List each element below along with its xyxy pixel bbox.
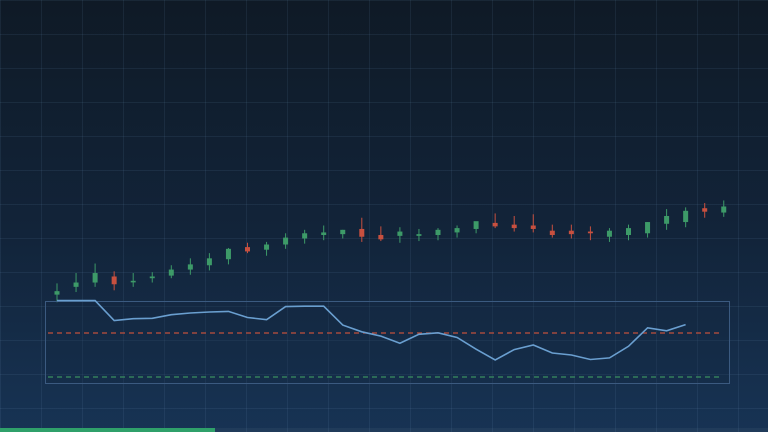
candle bbox=[359, 217, 365, 242]
candle-body bbox=[111, 276, 117, 285]
candle bbox=[245, 242, 250, 254]
candle-body bbox=[245, 247, 250, 252]
candle bbox=[511, 216, 517, 232]
candle-body bbox=[302, 233, 308, 239]
candle-body bbox=[664, 216, 670, 224]
candle bbox=[378, 226, 384, 242]
candle-body bbox=[73, 282, 79, 287]
candle-body bbox=[645, 222, 651, 234]
candle bbox=[283, 233, 289, 249]
candle-body bbox=[511, 224, 517, 229]
chart-canvas bbox=[45, 200, 730, 384]
candle-body bbox=[606, 230, 612, 237]
candle-body bbox=[416, 234, 422, 236]
candle-body bbox=[264, 244, 270, 250]
candle bbox=[397, 227, 403, 243]
candle-body bbox=[149, 276, 155, 279]
candle-body bbox=[435, 229, 441, 236]
candle bbox=[73, 273, 79, 293]
candle bbox=[721, 200, 727, 217]
candle bbox=[302, 229, 308, 244]
candle-body bbox=[397, 231, 403, 236]
candle bbox=[187, 258, 193, 275]
candlestick-chart bbox=[54, 200, 727, 303]
candle-body bbox=[225, 248, 231, 260]
candle bbox=[225, 247, 231, 265]
candle-body bbox=[626, 228, 631, 236]
candle-body bbox=[454, 228, 460, 233]
candle bbox=[416, 228, 422, 242]
candle-body bbox=[568, 230, 574, 235]
oscillator-chart bbox=[45, 299, 730, 384]
candle bbox=[606, 228, 612, 242]
candle-body bbox=[340, 229, 346, 235]
candle-body bbox=[549, 230, 555, 236]
candle bbox=[492, 213, 498, 229]
progress-track bbox=[0, 428, 768, 432]
candle bbox=[264, 241, 270, 256]
candle bbox=[568, 224, 574, 239]
candle bbox=[702, 203, 708, 218]
candle-body bbox=[283, 237, 289, 245]
candle bbox=[54, 283, 60, 303]
candle-body bbox=[683, 210, 689, 223]
candle bbox=[587, 226, 593, 241]
candle bbox=[645, 222, 651, 238]
oscillator-panel bbox=[45, 301, 730, 384]
candle-body bbox=[473, 221, 479, 229]
candle bbox=[130, 273, 136, 287]
chart-screen bbox=[0, 0, 768, 432]
candle-body bbox=[187, 264, 193, 270]
candle bbox=[626, 224, 631, 241]
candle-body bbox=[54, 291, 60, 295]
candle-body bbox=[492, 222, 498, 227]
candle-body bbox=[359, 228, 365, 237]
candle-body bbox=[92, 273, 98, 283]
candle-body bbox=[168, 269, 174, 276]
candle-body bbox=[530, 225, 536, 229]
candle-body bbox=[206, 258, 212, 266]
candle-body bbox=[587, 231, 593, 234]
candle bbox=[683, 207, 689, 228]
candle-body bbox=[130, 280, 136, 283]
candle bbox=[454, 225, 460, 238]
candle-body bbox=[721, 206, 727, 213]
progress-fill bbox=[0, 428, 216, 432]
candle bbox=[321, 225, 327, 241]
candle bbox=[473, 221, 479, 234]
candle bbox=[435, 228, 441, 241]
candle bbox=[206, 253, 212, 271]
candle-body bbox=[702, 208, 708, 212]
candle bbox=[664, 209, 670, 230]
candle bbox=[92, 263, 98, 287]
candle bbox=[340, 229, 346, 239]
candle bbox=[168, 265, 174, 279]
candle bbox=[111, 271, 117, 291]
candle bbox=[549, 224, 555, 238]
candle-body bbox=[321, 232, 327, 236]
candle bbox=[149, 272, 155, 283]
candle-body bbox=[378, 235, 384, 240]
candle bbox=[530, 214, 536, 233]
